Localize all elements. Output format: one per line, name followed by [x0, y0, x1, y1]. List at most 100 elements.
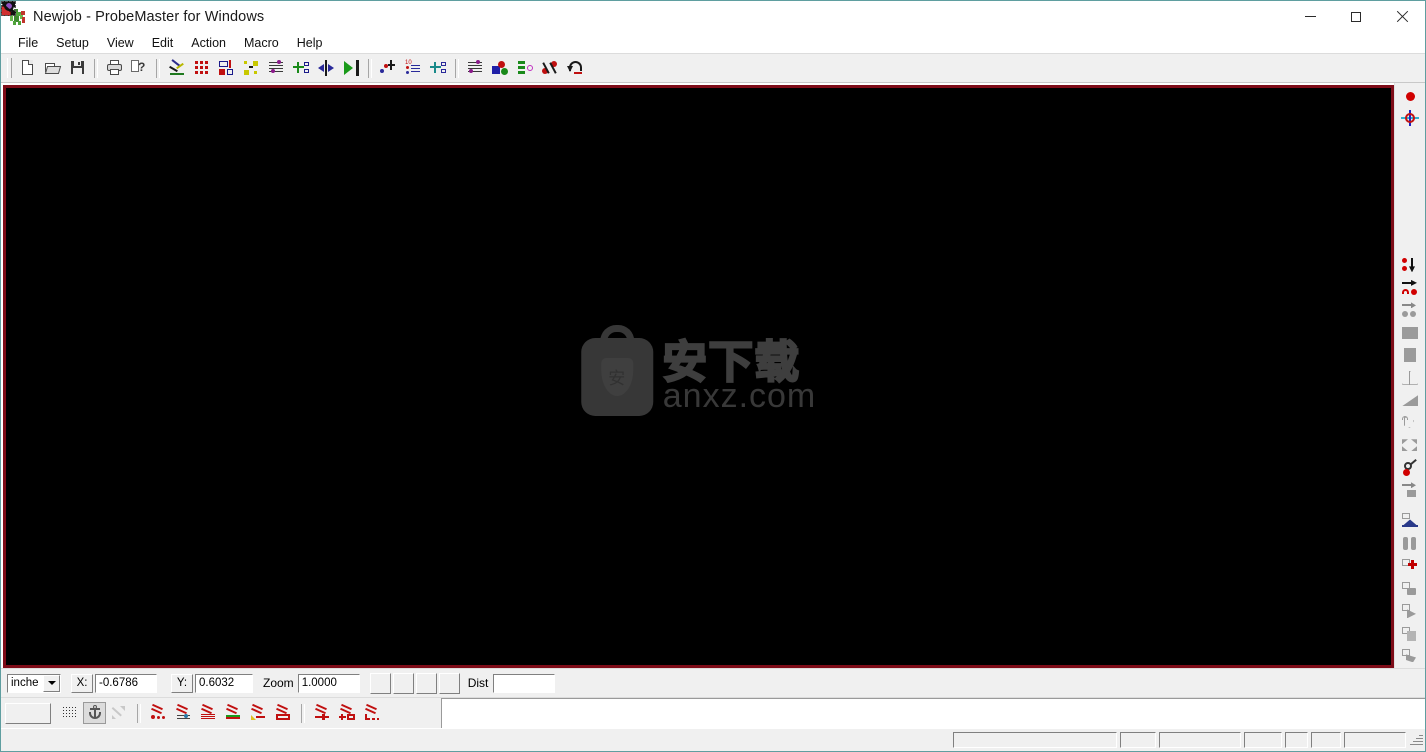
x-label: X: — [71, 673, 93, 693]
probe-box-icon[interactable] — [272, 702, 295, 724]
status-pane-5 — [1285, 732, 1308, 748]
triangle-icon[interactable] — [1398, 367, 1422, 389]
x-input[interactable]: -0.6786 — [95, 673, 157, 693]
probe-yellow-icon[interactable] — [247, 702, 270, 724]
zoom-input[interactable]: 1.0000 — [297, 673, 360, 693]
main-area: 安 安下载 anxz.com — [1, 83, 1425, 668]
probe-pen-icon[interactable] — [165, 57, 188, 79]
minimize-button[interactable] — [1287, 1, 1333, 32]
vector-points-icon[interactable] — [539, 57, 562, 79]
probe-dots-icon[interactable] — [147, 702, 170, 724]
step-pattern-icon[interactable] — [240, 57, 263, 79]
zoom-region-icon[interactable] — [1, 1, 437, 694]
status-message — [3, 732, 950, 748]
units-select[interactable]: inche — [7, 673, 61, 693]
save-disk-icon[interactable] — [66, 57, 89, 79]
rotate-shape-icon[interactable] — [1398, 412, 1422, 434]
watermark-overlay: 安 安下载 anxz.com — [580, 337, 817, 416]
status-pane-2 — [1120, 732, 1156, 748]
toolbar-separator — [455, 58, 459, 78]
points-align-icon[interactable] — [427, 57, 450, 79]
align-grid-icon[interactable] — [215, 57, 238, 79]
magnifier-icon[interactable] — [2, 1, 414, 694]
menu-file[interactable]: File — [9, 34, 47, 52]
anxz-bag-logo: 安 — [580, 337, 653, 416]
help-pointer-icon[interactable]: ? — [128, 57, 151, 79]
status-blank-field[interactable] — [5, 702, 51, 724]
play-shape-icon[interactable] — [1398, 600, 1422, 623]
dist-label: Dist — [467, 676, 489, 690]
fill-shape-icon[interactable] — [1398, 578, 1422, 600]
probe-connect-icon[interactable] — [311, 702, 334, 724]
two-probes-icon[interactable] — [1398, 533, 1422, 555]
status-pane-7 — [1344, 732, 1406, 748]
right-toolbar — [1394, 83, 1425, 668]
probe-move-icon[interactable] — [1398, 456, 1422, 479]
arrow-arc-icon[interactable] — [1398, 277, 1422, 299]
drawing-canvas[interactable]: 安 安下载 anxz.com — [6, 88, 1391, 665]
arrow-square-icon[interactable] — [1398, 479, 1422, 501]
application-window: Newjob - ProbeMaster for Windows File Se… — [0, 0, 1426, 752]
square-filled-icon[interactable] — [1398, 344, 1422, 367]
probe-add-box-icon[interactable] — [336, 702, 359, 724]
color-shapes-icon[interactable] — [489, 57, 512, 79]
mirror-cross-icon[interactable] — [315, 57, 338, 79]
menu-setup[interactable]: Setup — [47, 34, 98, 52]
add-cross-icon[interactable] — [1398, 555, 1422, 578]
toolbar-separator — [156, 58, 160, 78]
scale-corners-icon[interactable] — [1398, 434, 1422, 456]
window-controls — [1287, 1, 1425, 32]
arrow-dots-icon[interactable] — [1398, 299, 1422, 322]
open-folder-icon[interactable] — [41, 57, 64, 79]
print-icon[interactable] — [103, 57, 126, 79]
points-down-icon[interactable] — [1398, 254, 1422, 277]
menu-action[interactable]: Action — [182, 34, 235, 52]
menu-macro[interactable]: Macro — [235, 34, 288, 52]
flip-edge-icon[interactable] — [340, 57, 363, 79]
rect-filled-icon[interactable] — [1398, 322, 1422, 344]
crosshair-icon[interactable] — [1398, 107, 1422, 129]
copy-shape-icon[interactable] — [1398, 623, 1422, 645]
dist-input[interactable] — [493, 673, 556, 693]
paste-shape-icon[interactable] — [1398, 645, 1422, 668]
watermark-text: 安下载 anxz.com — [662, 339, 817, 413]
status-pane-4 — [1244, 732, 1282, 748]
y-label: Y: — [171, 673, 193, 693]
anchor-icon[interactable] — [83, 702, 106, 724]
fit-vertical-icon[interactable] — [1, 1, 391, 694]
list-circle-icon[interactable] — [514, 57, 537, 79]
diagonal-arrow-icon[interactable] — [108, 702, 131, 724]
points-edit-icon[interactable]: 10 — [402, 57, 425, 79]
point-add-icon[interactable] — [377, 57, 400, 79]
menu-help[interactable]: Help — [288, 34, 332, 52]
status-pane-1 — [953, 732, 1117, 748]
undo-arc-icon[interactable] — [564, 57, 587, 79]
pad-array-icon[interactable] — [190, 57, 213, 79]
zoom-extents-icon[interactable] — [1, 1, 460, 694]
toolbar-grip[interactable] — [7, 58, 12, 78]
chip-up-icon[interactable] — [1398, 510, 1422, 533]
probe-dashed-icon[interactable] — [361, 702, 384, 724]
red-dot-icon[interactable] — [1398, 85, 1422, 107]
lower-separator — [137, 703, 141, 723]
coordinate-bar: inche X: -0.6786 Y: 0.6032 Zoom 1.0000 D… — [1, 1, 1425, 697]
window-title: Newjob - ProbeMaster for Windows — [33, 8, 265, 25]
probe-lines-icon[interactable] — [197, 702, 220, 724]
y-input[interactable]: 0.6032 — [195, 673, 253, 693]
maximize-button[interactable] — [1333, 1, 1379, 32]
grid-dots-icon[interactable] — [58, 702, 81, 724]
wedge-icon[interactable] — [1398, 389, 1422, 412]
wafer-map-icon[interactable] — [265, 57, 288, 79]
resize-grip-icon[interactable] — [1409, 733, 1423, 747]
chevron-down-icon[interactable] — [43, 674, 60, 692]
close-button[interactable] — [1379, 1, 1425, 32]
cross-edit-icon[interactable] — [290, 57, 313, 79]
probe-green-bar-icon[interactable] — [222, 702, 245, 724]
contour-map-icon[interactable] — [464, 57, 487, 79]
status-bar — [1, 728, 1425, 751]
status-pane-3 — [1159, 732, 1241, 748]
new-file-icon[interactable] — [16, 57, 39, 79]
probe-contour-icon[interactable] — [172, 702, 195, 724]
menu-view[interactable]: View — [98, 34, 143, 52]
menu-edit[interactable]: Edit — [143, 34, 183, 52]
